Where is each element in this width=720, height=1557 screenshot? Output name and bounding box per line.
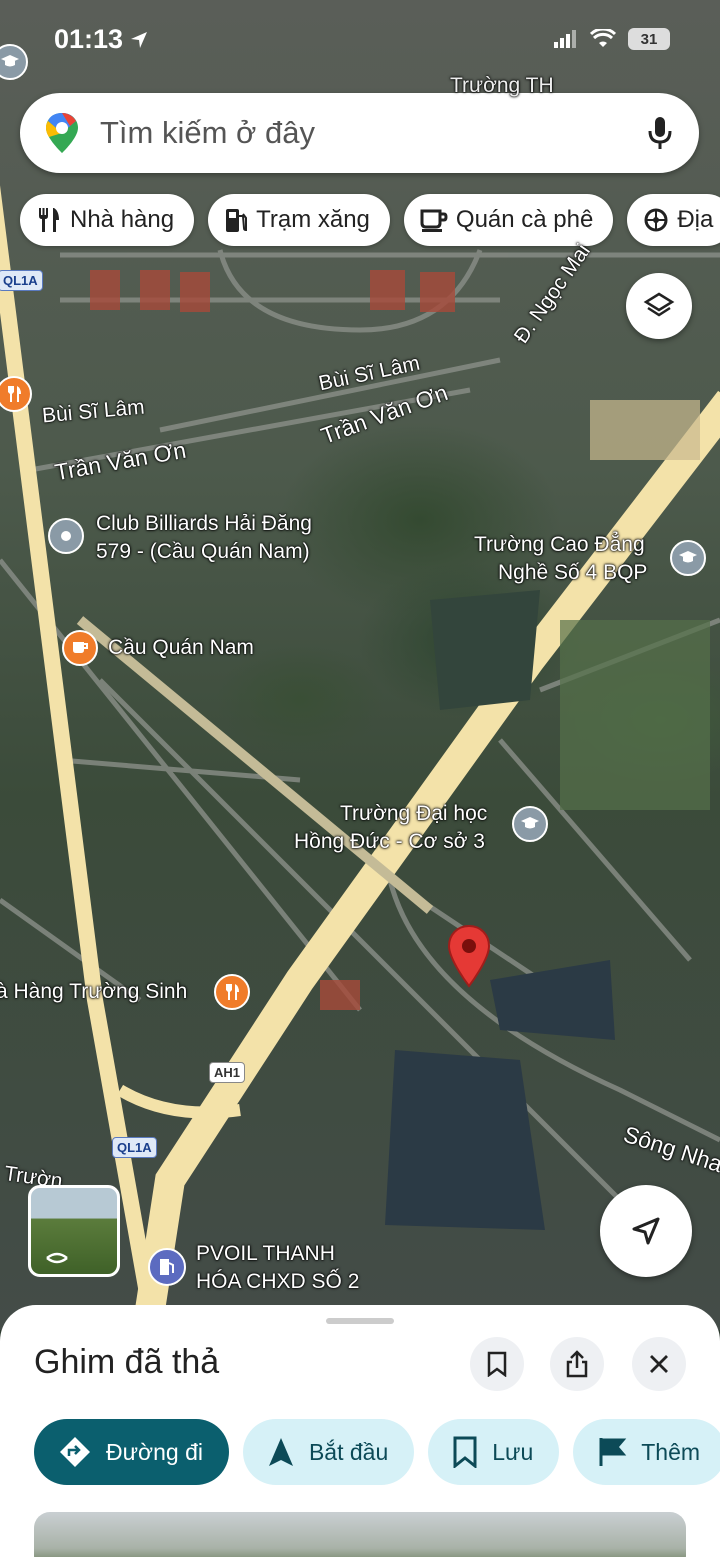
action-label: Bắt đầu bbox=[308, 1438, 389, 1465]
directions-icon bbox=[60, 1437, 90, 1467]
place-label-cao-dang[interactable]: Trường Cao Đẳng bbox=[474, 531, 645, 559]
place-label-truong-sinh[interactable]: à Hàng Trường Sinh bbox=[0, 978, 187, 1006]
action-label: Thêm bbox=[641, 1438, 701, 1465]
clock: 01:13 bbox=[54, 24, 149, 55]
wifi-icon bbox=[590, 29, 616, 47]
battery-icon: 31 bbox=[628, 28, 670, 50]
shield-label: QL1A bbox=[117, 1140, 152, 1155]
directions-button[interactable]: Đường đi bbox=[34, 1419, 229, 1485]
place-label-truong-th: Trường TH bbox=[450, 74, 554, 97]
road-shield-ql1a: QL1A bbox=[0, 270, 43, 291]
place-pin-icon[interactable] bbox=[48, 518, 84, 554]
my-location-button[interactable] bbox=[600, 1185, 692, 1277]
place-label-billiards[interactable]: 579 - (Cầu Quán Nam) bbox=[96, 538, 310, 566]
layers-icon bbox=[643, 292, 675, 317]
status-bar: 01:13 31 bbox=[0, 0, 720, 80]
school-poi-icon[interactable] bbox=[512, 806, 548, 842]
chip-label: Trạm xăng bbox=[256, 206, 370, 233]
close-button[interactable] bbox=[632, 1337, 686, 1391]
navigation-arrow-icon bbox=[268, 1438, 293, 1466]
cellular-signal-icon bbox=[554, 30, 576, 48]
street-view-thumbnail[interactable] bbox=[28, 1185, 120, 1277]
place-photo[interactable] bbox=[34, 1512, 686, 1557]
action-buttons: Đường đi Bắt đầu Lưu Thêm bbox=[34, 1419, 720, 1485]
chip-label: Địa bbox=[677, 206, 714, 233]
action-label: Đường đi bbox=[106, 1438, 203, 1465]
save-button[interactable]: Lưu bbox=[428, 1419, 560, 1485]
place-label-dai-hoc[interactable]: Hồng Đức - Cơ sở 3 bbox=[294, 828, 485, 856]
place-label-cau-quan-nam[interactable]: Cầu Quán Nam bbox=[108, 634, 254, 662]
gas-station-icon bbox=[226, 209, 248, 232]
sheet-title: Ghim đã thả bbox=[34, 1343, 220, 1381]
road-shield-ah1: AH1 bbox=[209, 1062, 246, 1083]
chip-coffee[interactable]: Quán cà phê bbox=[403, 194, 614, 246]
search-placeholder[interactable]: Tìm kiếm ở đây bbox=[100, 115, 647, 151]
shield-label: QL1A bbox=[3, 273, 38, 288]
flag-icon bbox=[599, 1438, 627, 1466]
navigation-arrow-icon bbox=[632, 1217, 660, 1245]
chip-restaurants[interactable]: Nhà hàng bbox=[20, 194, 195, 246]
sheet-drag-handle[interactable] bbox=[326, 1318, 394, 1324]
search-bar[interactable]: Tìm kiếm ở đây bbox=[20, 93, 699, 173]
street-view-rotate-icon bbox=[46, 1252, 68, 1264]
microphone-icon[interactable] bbox=[647, 115, 673, 151]
gas-station-poi-icon[interactable] bbox=[148, 1248, 186, 1286]
restaurant-poi-icon[interactable] bbox=[214, 974, 250, 1010]
map-canvas[interactable]: 01:13 31 Tìm kiếm ở đây Nhà hàng Trạm xă… bbox=[0, 0, 720, 1330]
google-maps-logo-icon bbox=[46, 113, 78, 153]
school-poi-icon[interactable] bbox=[670, 540, 706, 576]
bookmark-icon bbox=[453, 1436, 477, 1468]
save-icon-button[interactable] bbox=[470, 1337, 524, 1391]
place-label-billiards[interactable]: Club Billiards Hải Đăng bbox=[96, 510, 312, 538]
coffee-cup-icon bbox=[420, 209, 448, 232]
clock-time: 01:13 bbox=[54, 24, 124, 54]
share-icon bbox=[566, 1350, 588, 1378]
chip-label: Quán cà phê bbox=[455, 206, 594, 233]
close-icon bbox=[650, 1355, 668, 1373]
location-arrow-icon bbox=[131, 31, 148, 48]
road-shield-ql1a-bottom: QL1A bbox=[112, 1137, 157, 1158]
action-label: Lưu bbox=[492, 1438, 534, 1465]
shield-label: AH1 bbox=[214, 1065, 241, 1080]
add-label-button[interactable]: Thêm bbox=[573, 1419, 720, 1485]
place-label-dai-hoc[interactable]: Trường Đại học bbox=[340, 800, 487, 828]
bookmark-icon bbox=[487, 1351, 507, 1377]
battery-level: 31 bbox=[640, 30, 658, 48]
place-label-pvoil[interactable]: HÓA CHXD SỐ 2 bbox=[196, 1268, 359, 1296]
layers-button[interactable] bbox=[626, 273, 692, 339]
chip-attractions[interactable]: Địa bbox=[627, 194, 720, 246]
chip-gas-stations[interactable]: Trạm xăng bbox=[208, 194, 390, 246]
place-label-pvoil[interactable]: PVOIL THANH bbox=[196, 1240, 335, 1268]
category-chips: Nhà hàng Trạm xăng Quán cà phê Địa bbox=[20, 194, 720, 246]
place-label-cao-dang[interactable]: Nghề Số 4 BQP bbox=[498, 559, 647, 587]
landmark-icon bbox=[644, 208, 668, 232]
chip-label: Nhà hàng bbox=[70, 206, 175, 233]
share-button[interactable] bbox=[550, 1337, 604, 1391]
coffee-poi-icon[interactable] bbox=[62, 630, 98, 666]
start-button[interactable]: Bắt đầu bbox=[242, 1419, 415, 1485]
dropped-pin-icon[interactable] bbox=[446, 924, 492, 988]
fork-knife-icon bbox=[39, 208, 59, 232]
